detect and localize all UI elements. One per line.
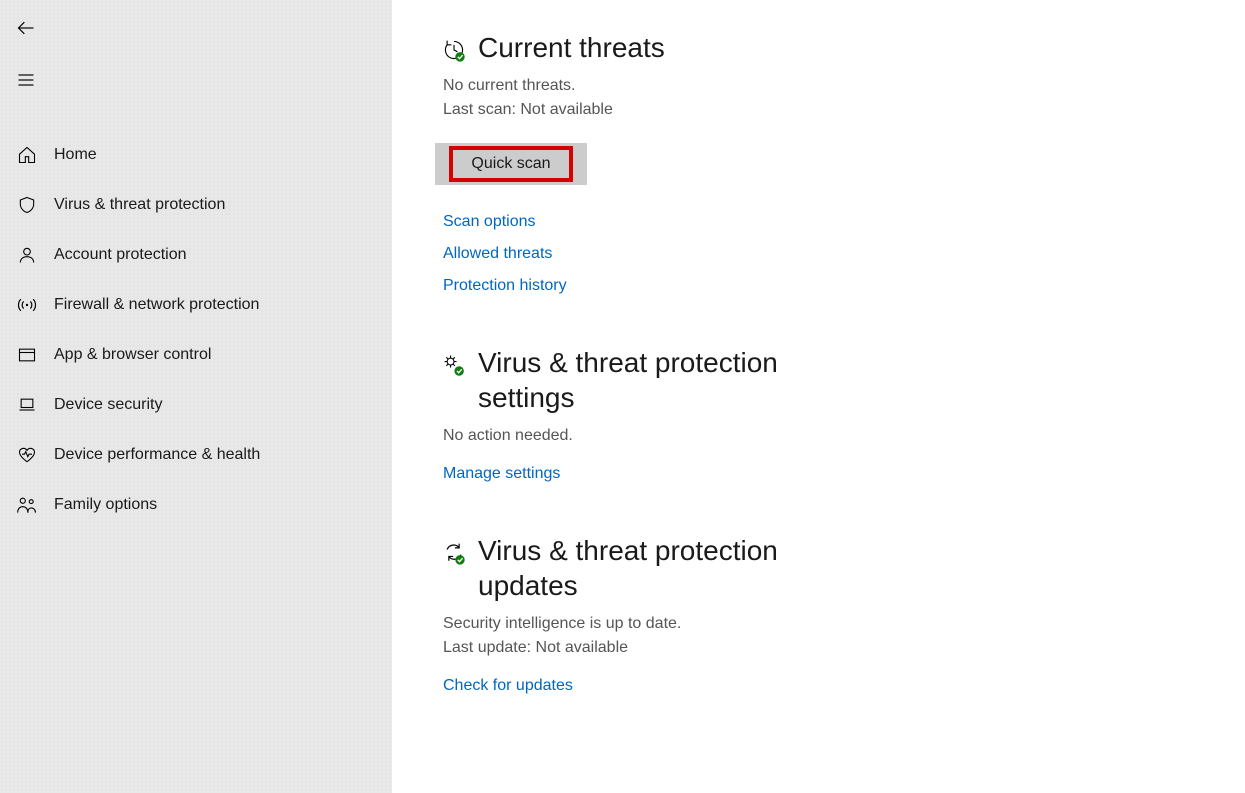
sidebar-item-account[interactable]: Account protection: [0, 230, 392, 280]
threats-last-scan: Last scan: Not available: [443, 101, 1205, 119]
sidebar-item-device-security[interactable]: Device security: [0, 380, 392, 430]
updates-status-uptodate: Security intelligence is up to date.: [443, 615, 1205, 633]
sidebar-item-family[interactable]: Family options: [0, 480, 392, 530]
sidebar-item-firewall[interactable]: Firewall & network protection: [0, 280, 392, 330]
current-threats-section: Current threats No current threats. Last…: [442, 30, 1205, 295]
sidebar-item-label: Device security: [44, 396, 162, 414]
sidebar: Home Virus & threat protection: [0, 0, 392, 793]
app-root: Home Virus & threat protection: [0, 0, 1245, 793]
sidebar-item-label: App & browser control: [44, 346, 211, 364]
sidebar-top: [0, 0, 392, 100]
back-button[interactable]: [6, 8, 46, 48]
protection-updates-title: Virus & threat protection updates: [478, 533, 848, 603]
family-icon: [10, 495, 44, 515]
gears-icon: [442, 345, 472, 377]
history-shield-icon: [442, 30, 472, 62]
protection-settings-section: Virus & threat protection settings No ac…: [442, 345, 1205, 483]
refresh-icon: [442, 533, 472, 565]
sidebar-nav: Home Virus & threat protection: [0, 100, 392, 530]
hamburger-icon: [16, 70, 36, 90]
updates-last-update: Last update: Not available: [443, 639, 1205, 657]
antenna-icon: [10, 295, 44, 315]
protection-settings-title: Virus & threat protection settings: [478, 345, 848, 415]
sidebar-item-label: Home: [44, 146, 97, 164]
sidebar-item-virus-threat[interactable]: Virus & threat protection: [0, 180, 392, 230]
current-threats-title: Current threats: [478, 30, 665, 65]
arrow-left-icon: [16, 18, 36, 38]
quick-scan-button[interactable]: Quick scan: [449, 146, 572, 182]
sidebar-item-home[interactable]: Home: [0, 130, 392, 180]
main-content: Current threats No current threats. Last…: [392, 0, 1245, 793]
allowed-threats-link[interactable]: Allowed threats: [443, 245, 1205, 263]
settings-status: No action needed.: [443, 427, 1205, 445]
sidebar-item-label: Account protection: [44, 246, 187, 264]
sidebar-item-label: Device performance & health: [44, 446, 260, 464]
shield-icon: [10, 195, 44, 215]
sidebar-item-label: Firewall & network protection: [44, 296, 259, 314]
sidebar-item-label: Family options: [44, 496, 157, 514]
heart-icon: [10, 445, 44, 465]
protection-updates-section: Virus & threat protection updates Securi…: [442, 533, 1205, 695]
protection-history-link[interactable]: Protection history: [443, 277, 1205, 295]
home-icon: [10, 145, 44, 165]
scan-options-link[interactable]: Scan options: [443, 213, 1205, 231]
sidebar-item-app-browser[interactable]: App & browser control: [0, 330, 392, 380]
laptop-icon: [10, 395, 44, 415]
check-updates-link[interactable]: Check for updates: [443, 677, 1205, 695]
sidebar-item-performance[interactable]: Device performance & health: [0, 430, 392, 480]
quick-scan-button-wrap: Quick scan: [435, 143, 587, 185]
window-icon: [10, 345, 44, 365]
manage-settings-link[interactable]: Manage settings: [443, 465, 1205, 483]
hamburger-button[interactable]: [6, 60, 46, 100]
sidebar-item-label: Virus & threat protection: [44, 196, 225, 214]
threats-status-none: No current threats.: [443, 77, 1205, 95]
person-icon: [10, 245, 44, 265]
